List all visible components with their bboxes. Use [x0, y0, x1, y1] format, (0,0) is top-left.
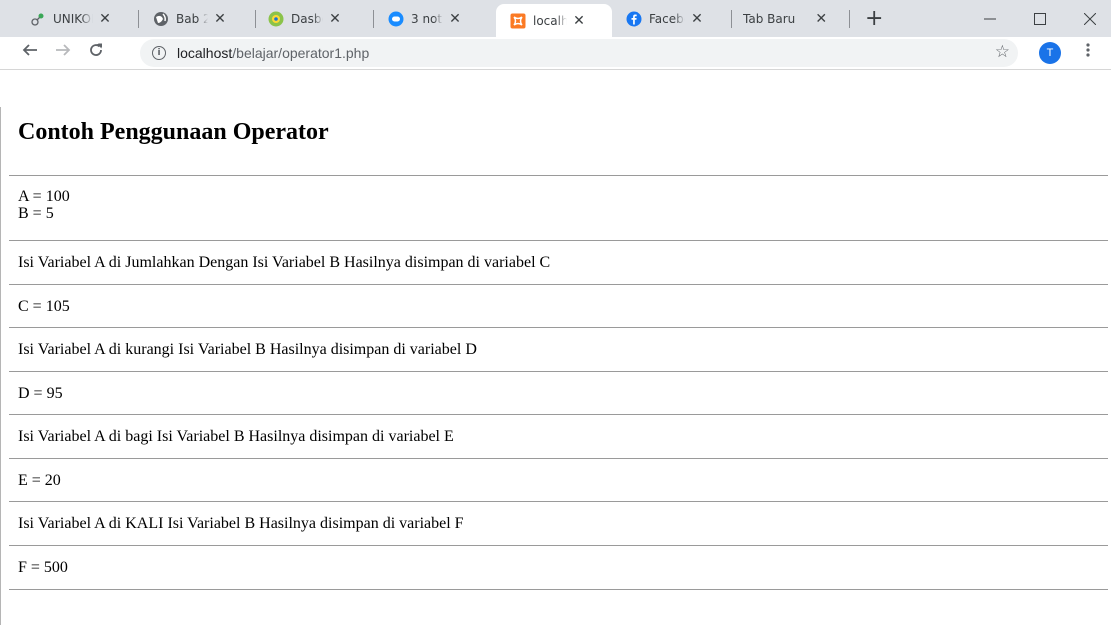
tab-title: 3 notif — [411, 11, 443, 26]
window-close-icon[interactable] — [1083, 10, 1097, 29]
divider — [9, 371, 1108, 372]
facebook-icon — [626, 11, 642, 27]
tab-title: UNIKOM — [53, 11, 93, 26]
browser-toolbar: i localhost/belajar/operator1.php ☆ T — [0, 37, 1111, 70]
description-multiplication: Isi Variabel A di KALI Isi Variabel B Ha… — [18, 515, 464, 532]
divider — [9, 414, 1108, 415]
result-f: F = 500 — [18, 559, 68, 576]
tab-notif[interactable]: 3 notif ✕ — [388, 0, 461, 37]
result-e: E = 20 — [18, 472, 61, 489]
tab-title: Tab Baru — [743, 11, 796, 26]
url-text: localhost/belajar/operator1.php — [177, 45, 369, 61]
tab-dasbor[interactable]: Dasbor ✕ — [268, 0, 341, 37]
divider — [9, 327, 1108, 328]
tab-tab-baru[interactable]: Tab Baru ✕ — [743, 0, 827, 37]
divider — [9, 284, 1108, 285]
globe-icon — [153, 11, 169, 27]
close-tab-icon[interactable]: ✕ — [329, 11, 341, 27]
tab-separator — [731, 10, 732, 28]
close-tab-icon[interactable]: ✕ — [214, 11, 226, 27]
reload-icon[interactable] — [88, 42, 104, 63]
tab-localhost-active[interactable]: localhost ✕ — [496, 4, 612, 37]
tab-title: Dasbor — [291, 11, 323, 26]
result-d: D = 95 — [18, 385, 63, 402]
divider — [9, 240, 1108, 241]
divider — [9, 175, 1108, 176]
tab-separator — [138, 10, 139, 28]
info-icon[interactable]: i — [152, 46, 166, 60]
description-addition: Isi Variabel A di Jumlahkan Dengan Isi V… — [18, 254, 551, 271]
tab-separator — [373, 10, 374, 28]
tab-separator — [255, 10, 256, 28]
close-tab-icon[interactable]: ✕ — [691, 11, 703, 27]
tab-unikom[interactable]: UNIKOM ✕ — [30, 0, 111, 37]
tab-strip: UNIKOM ✕ Bab 2 ✕ Dasbor ✕ 3 notif ✕ loca… — [0, 0, 1111, 37]
close-tab-icon[interactable]: ✕ — [449, 11, 461, 27]
description-division: Isi Variabel A di bagi Isi Variabel B Ha… — [18, 428, 454, 445]
address-bar[interactable]: i localhost/belajar/operator1.php ☆ — [140, 39, 1018, 67]
xampp-icon — [510, 13, 526, 29]
tab-bab2[interactable]: Bab 2 ✕ — [153, 0, 226, 37]
close-tab-icon[interactable]: ✕ — [99, 11, 111, 27]
url-path: /belajar/operator1.php — [232, 45, 370, 61]
divider — [9, 589, 1108, 590]
divider — [9, 501, 1108, 502]
bookmark-star-icon[interactable]: ☆ — [995, 42, 1010, 62]
tab-title: Bab 2 — [176, 11, 208, 26]
minimize-icon[interactable] — [984, 10, 996, 29]
dashboard-icon — [268, 11, 284, 27]
menu-kebab-icon[interactable] — [1086, 42, 1090, 63]
close-tab-icon[interactable]: ✕ — [815, 11, 827, 27]
tab-facebook[interactable]: Facebook ✕ — [626, 0, 703, 37]
result-c: C = 105 — [18, 298, 70, 315]
notification-icon — [388, 11, 404, 27]
page-heading: Contoh Penggunaan Operator — [18, 119, 329, 145]
link-icon — [30, 11, 46, 27]
description-subtraction: Isi Variabel A di kurangi Isi Variabel B… — [18, 341, 477, 358]
profile-avatar[interactable]: T — [1039, 42, 1061, 64]
maximize-icon[interactable] — [1034, 10, 1046, 29]
tab-title: Facebook — [649, 11, 685, 26]
page-content: Contoh Penggunaan Operator A = 100 B = 5… — [0, 107, 1111, 625]
variable-a: A = 100 — [18, 188, 70, 205]
tab-separator — [849, 10, 850, 28]
close-tab-icon[interactable]: ✕ — [573, 13, 585, 29]
variable-b: B = 5 — [18, 205, 54, 222]
new-tab-button[interactable]: + — [865, 6, 883, 31]
divider — [9, 545, 1108, 546]
back-arrow-icon[interactable] — [22, 42, 38, 63]
divider — [9, 458, 1108, 459]
url-host: localhost — [177, 45, 233, 61]
forward-arrow-icon[interactable] — [55, 42, 71, 63]
tab-title: localhost — [533, 13, 567, 28]
